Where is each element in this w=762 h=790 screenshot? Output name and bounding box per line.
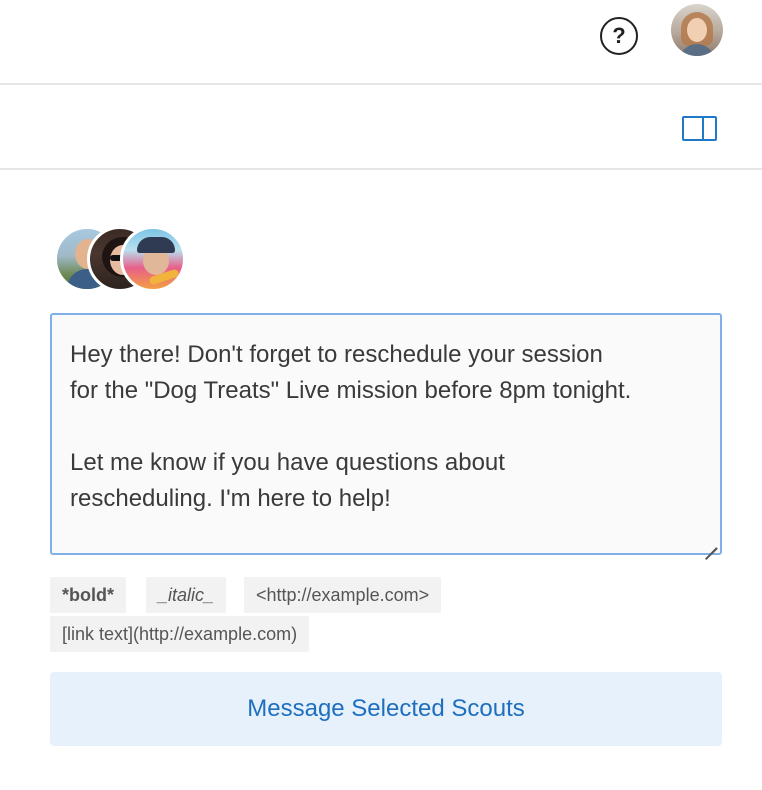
sidebar-toggle-icon[interactable]	[682, 116, 717, 141]
format-hint-link: [link text](http://example.com)	[50, 616, 310, 652]
user-avatar[interactable]	[671, 4, 723, 56]
help-icon[interactable]: ?	[600, 17, 638, 55]
message-textarea[interactable]: Hey there! Don't forget to reschedule yo…	[50, 313, 722, 555]
sub-toolbar	[0, 87, 762, 170]
avatar-cap	[137, 237, 175, 253]
avatar-body	[679, 44, 715, 56]
scout-avatar-3	[120, 226, 186, 292]
recipient-avatars	[54, 226, 194, 292]
top-bar	[0, 0, 762, 85]
format-hint-bold: *bold*	[50, 577, 126, 613]
format-hint-url: <http://example.com>	[244, 577, 442, 613]
format-hint-italic: _italic_	[146, 577, 227, 613]
message-selected-scouts-button[interactable]: Message Selected Scouts	[50, 672, 722, 746]
resize-handle-icon[interactable]	[703, 537, 717, 551]
avatar-face	[687, 18, 707, 42]
